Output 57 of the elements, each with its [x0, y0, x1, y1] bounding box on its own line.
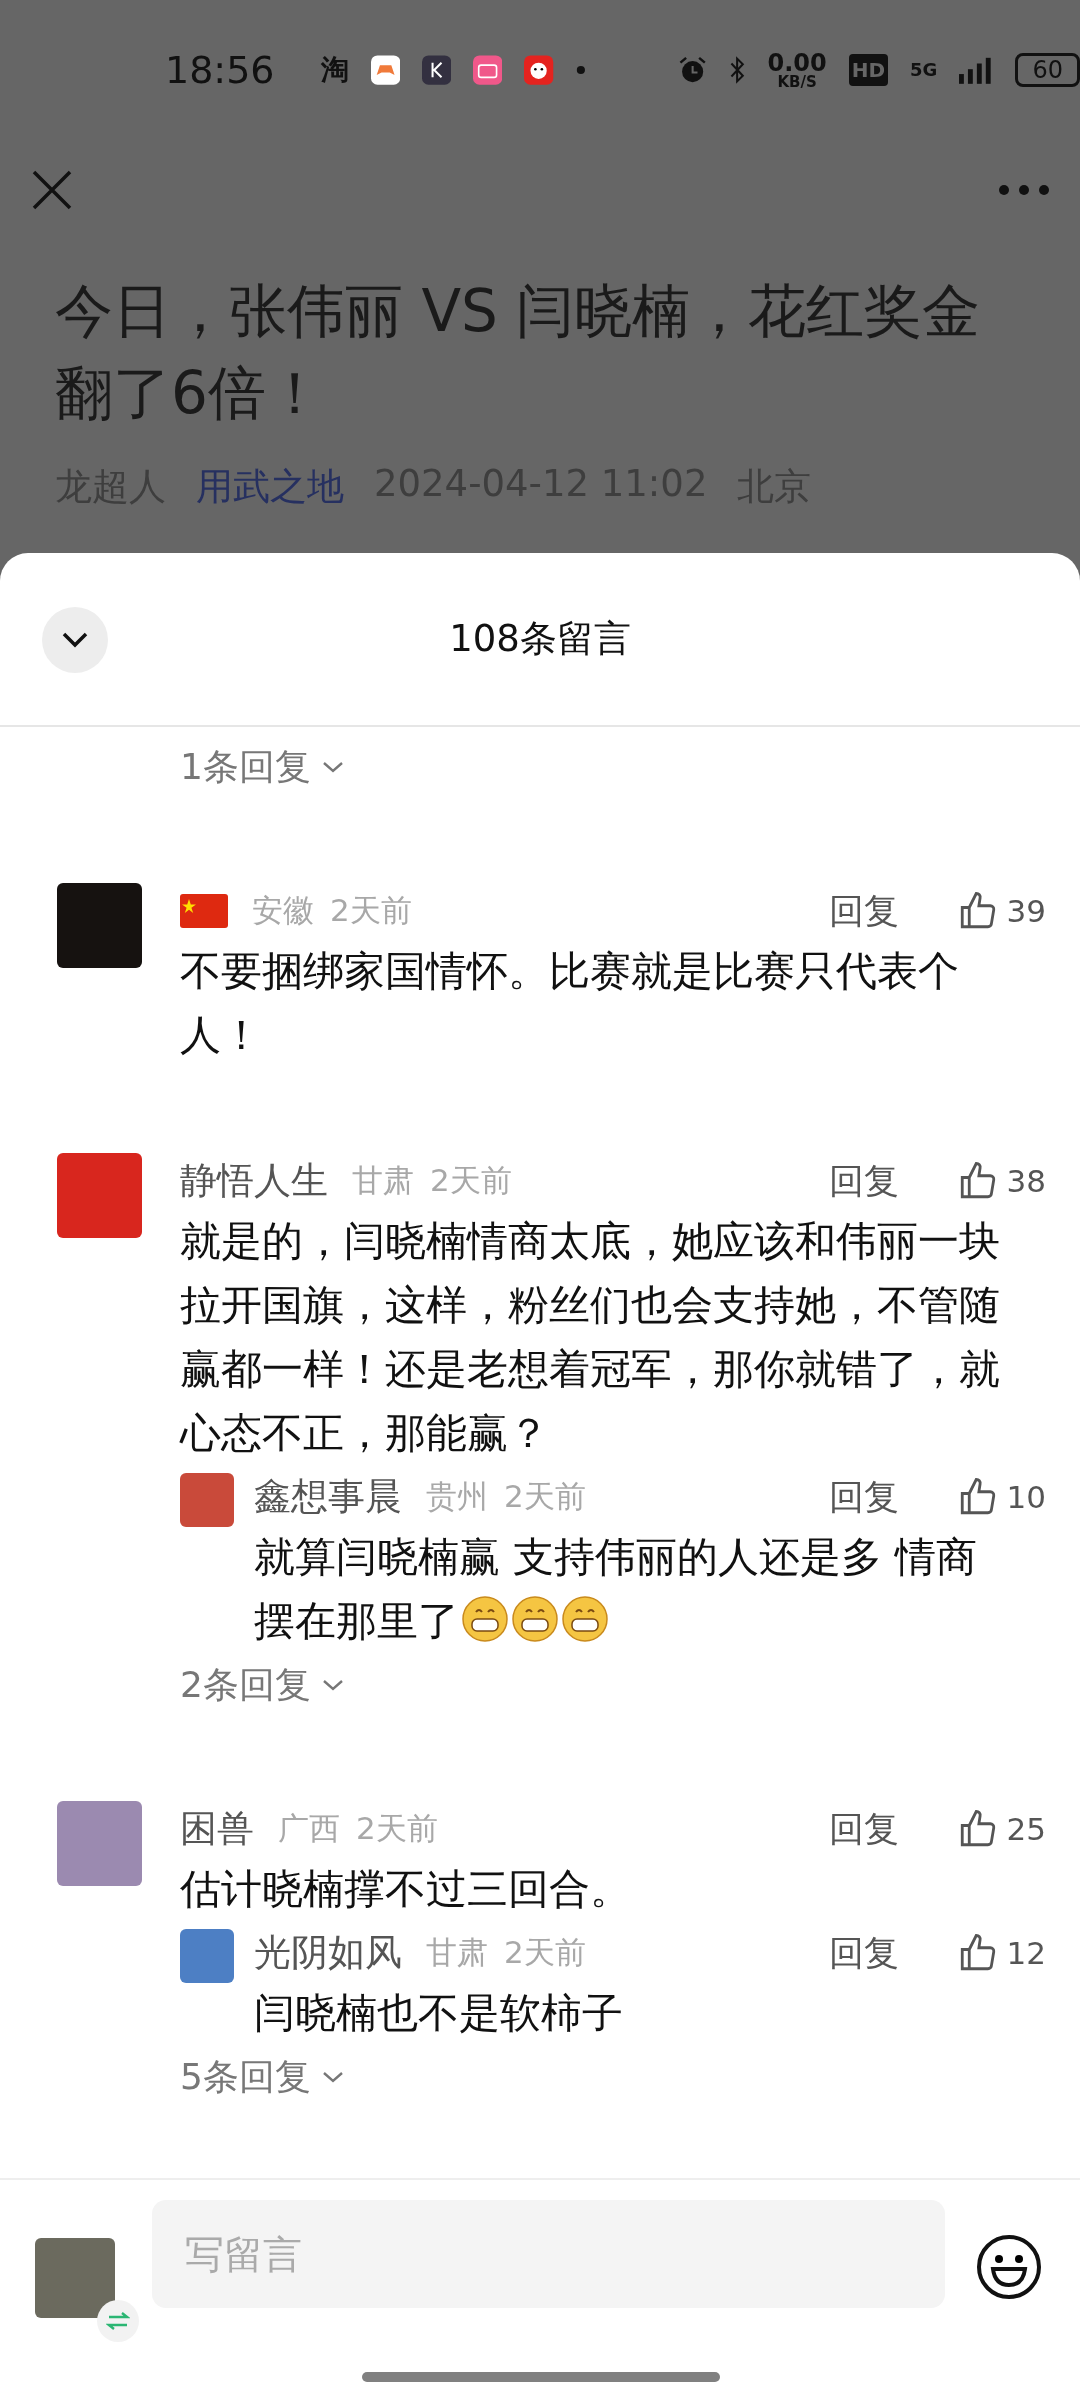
comment-region: 甘肃 — [426, 1933, 488, 1972]
article-title: 今日，张伟丽 VS 闫晓楠，花红奖金翻了6倍！ — [55, 276, 982, 429]
comment-time: 2天前 — [356, 1809, 438, 1848]
like-button[interactable]: 38 — [956, 1160, 1046, 1202]
comment-time: 2天前 — [330, 891, 412, 930]
comment-time: 2天前 — [504, 1933, 586, 1972]
like-button[interactable]: 39 — [956, 890, 1046, 932]
reply-button[interactable]: 回复 — [828, 887, 899, 935]
commenter-name[interactable]: 静悟人生 — [180, 1156, 328, 1206]
reply-text: 闫晓楠也不是软柿子 — [254, 1988, 624, 2039]
avatar-placeholder[interactable] — [35, 2238, 115, 2318]
like-button[interactable]: 25 — [956, 1808, 1046, 1850]
more-replies-link[interactable]: 5条回复 — [180, 2047, 345, 2107]
comment-region: 广西 — [278, 1809, 340, 1848]
comment-text: 不要捆绑家国情怀。比赛就是比赛只代表个人！ — [180, 946, 960, 1061]
reply-text: 就算闫晓楠赢 支持伟丽的人还是多 情商摆在那里了 — [254, 1532, 979, 1647]
comment-time: 2天前 — [504, 1477, 586, 1516]
reply-button[interactable]: 回复 — [828, 1805, 899, 1853]
more-options-icon[interactable] — [998, 184, 1050, 196]
tv-app-icon — [473, 52, 503, 88]
dog-app-icon — [524, 52, 554, 88]
gamepad-app-icon — [370, 52, 400, 88]
comment-text: 就是的，闫晓楠情商太底，她应该和伟丽一块拉开国旗，这样，粉丝们也会支持她，不管随赢都一样！还是老想着冠军，那你就错了，就心态不正，那能赢？ — [180, 1216, 1001, 1459]
battery-indicator: 60 — [1015, 53, 1080, 87]
network-speed-value: 0.00 — [767, 50, 827, 75]
reply-button[interactable]: 回复 — [828, 1157, 899, 1205]
app-notification-label: 淘 — [320, 56, 349, 84]
comment-time: 2天前 — [430, 1161, 512, 1200]
like-button[interactable]: 12 — [956, 1932, 1046, 1974]
comment-region: 甘肃 — [352, 1161, 414, 1200]
network-type: 5G — [910, 61, 938, 79]
hd-indicator: HD — [848, 54, 889, 86]
chevron-down-icon — [61, 631, 89, 649]
comment-region: 安徽 — [252, 891, 314, 930]
more-replies-link[interactable]: 2条回复 — [180, 1655, 345, 1715]
sheet-title: 108条留言 — [449, 616, 631, 662]
commenter-name[interactable]: 鑫想事晨 — [254, 1472, 402, 1522]
k-app-icon — [421, 52, 451, 88]
reply-button[interactable]: 回复 — [828, 1929, 899, 1977]
grinning-emoji-icon — [511, 1595, 559, 1643]
switch-account-icon[interactable] — [97, 2300, 139, 2342]
commenter-name[interactable]: 光阴如风 — [254, 1928, 402, 1978]
flag-icon — [180, 894, 228, 928]
comment-region: 贵州 — [426, 1477, 488, 1516]
status-time: 18:56 — [165, 48, 275, 92]
close-icon[interactable] — [30, 168, 74, 212]
reply-button[interactable]: 回复 — [828, 1473, 899, 1521]
network-speed-unit: KB/S — [777, 74, 817, 90]
emoji-button[interactable] — [975, 2233, 1043, 2301]
comment-input-field[interactable]: 写留言 — [152, 2200, 945, 2308]
grinning-emoji-icon — [461, 1595, 509, 1643]
comment-text: 估计晓楠撑不过三回合。 — [180, 1864, 632, 1915]
like-button[interactable]: 10 — [956, 1476, 1046, 1518]
dot-icon — [575, 64, 586, 76]
more-replies-link[interactable]: 1条回复 — [180, 737, 345, 797]
grinning-emoji-icon — [561, 1595, 609, 1643]
commenter-name[interactable]: 困兽 — [180, 1804, 254, 1854]
